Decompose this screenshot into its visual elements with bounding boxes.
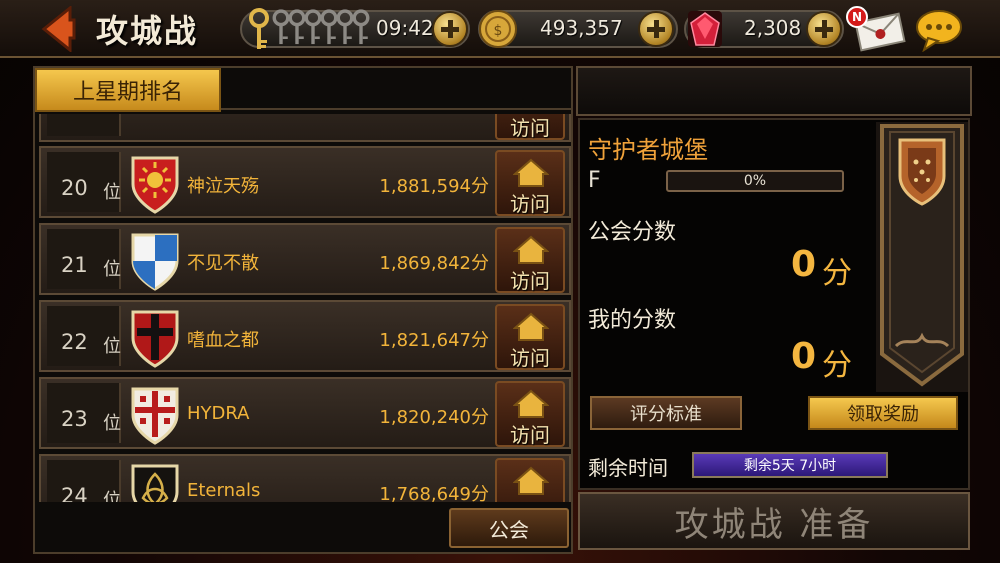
guild-score-value: 0 [790, 244, 816, 285]
progress-text: 0% [743, 173, 767, 189]
my-score-value: 0 [790, 336, 816, 377]
guild-score: 1,768,649分 [379, 484, 489, 502]
top-bar: 攻城战 09:42 $ 493,357 2,308 N [0, 0, 1000, 58]
triquetra-shield-icon [131, 464, 179, 502]
visit-label: 访问 [497, 496, 563, 502]
rank-unit: 位 [103, 336, 121, 357]
guild-button[interactable]: 公会 [449, 508, 569, 548]
castle-grade: F [588, 168, 601, 193]
gray-key-icon [352, 9, 370, 45]
guild-banner-emblem-icon [876, 122, 968, 392]
page-title: 攻城战 [96, 12, 199, 50]
guild-score: 1,869,842分 [379, 253, 489, 274]
gold-key-icon [249, 8, 269, 49]
rank-cell: 22 位 [47, 306, 121, 366]
table-row: 22 位 嗜血之都 1,821,647分 访问 [39, 300, 571, 372]
chat-bubble-icon[interactable] [914, 8, 964, 52]
visit-button[interactable]: 访问 [495, 304, 565, 370]
visit-button[interactable]: 访问 [495, 227, 565, 293]
rank-unit: 位 [103, 182, 121, 203]
checkered-shield-icon [131, 233, 179, 291]
guild-score: 1,820,240分 [379, 407, 489, 428]
rank-number: 21 [61, 253, 88, 277]
rank-cell: 24 位 [47, 460, 121, 502]
add-gems-button[interactable] [806, 11, 842, 47]
add-gold-button[interactable] [638, 11, 674, 47]
guild-score: 1,881,594分 [379, 176, 489, 197]
mail-badge-text: N [851, 10, 863, 24]
table-row: 访问 [39, 114, 571, 142]
remaining-time-label: 剩余时间 [588, 456, 668, 480]
rank-cell: 21 位 [47, 229, 121, 289]
sun-crest-icon [131, 156, 179, 214]
gold-coin-icon: $ [479, 10, 517, 48]
visit-button[interactable]: 访问 [495, 381, 565, 447]
guild-score: 1,821,647分 [379, 330, 489, 351]
remaining-time-bar: 剩余5天 7小时 [692, 452, 888, 478]
siege-ready-button[interactable]: 攻城战 准备 [578, 492, 970, 550]
guild-name: HYDRA [187, 403, 250, 424]
guild-name: Eternals [187, 480, 261, 501]
rank-number: 24 [61, 484, 88, 502]
rank-cell [47, 114, 121, 136]
visit-label: 访问 [510, 346, 550, 370]
ruby-gem-icon [688, 11, 722, 47]
rank-number: 20 [61, 176, 88, 200]
add-keys-button[interactable] [432, 11, 468, 47]
table-row: 21 位 不见不散 1,869,842分 访问 [39, 223, 571, 295]
visit-button[interactable]: 访问 [495, 458, 565, 502]
claim-reward-button[interactable]: 领取奖励 [808, 396, 958, 430]
house-icon [513, 466, 549, 495]
ranking-list[interactable]: 访问 20 位 神泣天殇 1,881,594分 访问 21 位 不见不散 1,8… [39, 114, 571, 502]
table-row: 23 位 HYDRA 1,820,240分 访问 [39, 377, 571, 449]
my-score-unit: 分 [822, 348, 852, 383]
key-timer: 09:42 [376, 16, 434, 40]
castle-progress-bar: 0% [666, 170, 844, 192]
my-score-label: 我的分数 [588, 308, 677, 333]
rank-cell: 20 位 [47, 152, 121, 212]
scoring-criteria-button[interactable]: 评分标准 [590, 396, 742, 430]
rank-cell: 23 位 [47, 383, 121, 443]
visit-label: 访问 [510, 423, 550, 447]
castle-title: 守护者城堡 [588, 136, 708, 164]
right-header [576, 66, 972, 116]
tab-last-week-ranking[interactable]: 上星期排名 [35, 68, 221, 112]
table-row: 24 位 Eternals 1,768,649分 访问 [39, 454, 571, 502]
visit-button[interactable]: 访问 [495, 150, 565, 216]
gem-amount: 2,308 [744, 16, 802, 40]
ranking-panel: 上星期排名 访问 20 位 神泣天殇 1,881,594分 访问 21 位 不见… [33, 66, 573, 554]
guild-name: 嗜血之都 [187, 330, 259, 351]
visit-label: 访问 [510, 269, 550, 293]
guild-name: 神泣天殇 [187, 176, 259, 197]
rank-unit: 位 [103, 413, 121, 434]
svg-text:$: $ [494, 23, 503, 39]
red-cross-shield-icon [131, 387, 179, 445]
rank-number: 23 [61, 407, 88, 431]
gold-amount: 493,357 [540, 16, 623, 40]
visit-button[interactable]: 访问 [495, 114, 565, 140]
rank-unit: 位 [103, 490, 121, 502]
table-row: 20 位 神泣天殇 1,881,594分 访问 [39, 146, 571, 218]
house-icon [513, 312, 549, 341]
visit-label: 访问 [510, 116, 550, 140]
rank-unit: 位 [103, 259, 121, 280]
rank-number: 22 [61, 330, 88, 354]
guild-score-label: 公会分数 [588, 220, 677, 245]
house-icon [513, 389, 549, 418]
back-arrow-icon[interactable] [38, 6, 78, 52]
black-cross-shield-icon [131, 310, 179, 368]
visit-label: 访问 [510, 192, 550, 216]
tab-divider [221, 108, 571, 110]
house-icon [513, 158, 549, 187]
castle-info-panel: 守护者城堡 F 0% 公会分数 0 分 我的分数 0 分 评分标准 领取奖励 剩… [578, 118, 970, 490]
guild-name: 不见不散 [187, 253, 259, 274]
guild-score-unit: 分 [822, 256, 852, 291]
house-icon [513, 235, 549, 264]
mail-badge: N [846, 6, 868, 28]
